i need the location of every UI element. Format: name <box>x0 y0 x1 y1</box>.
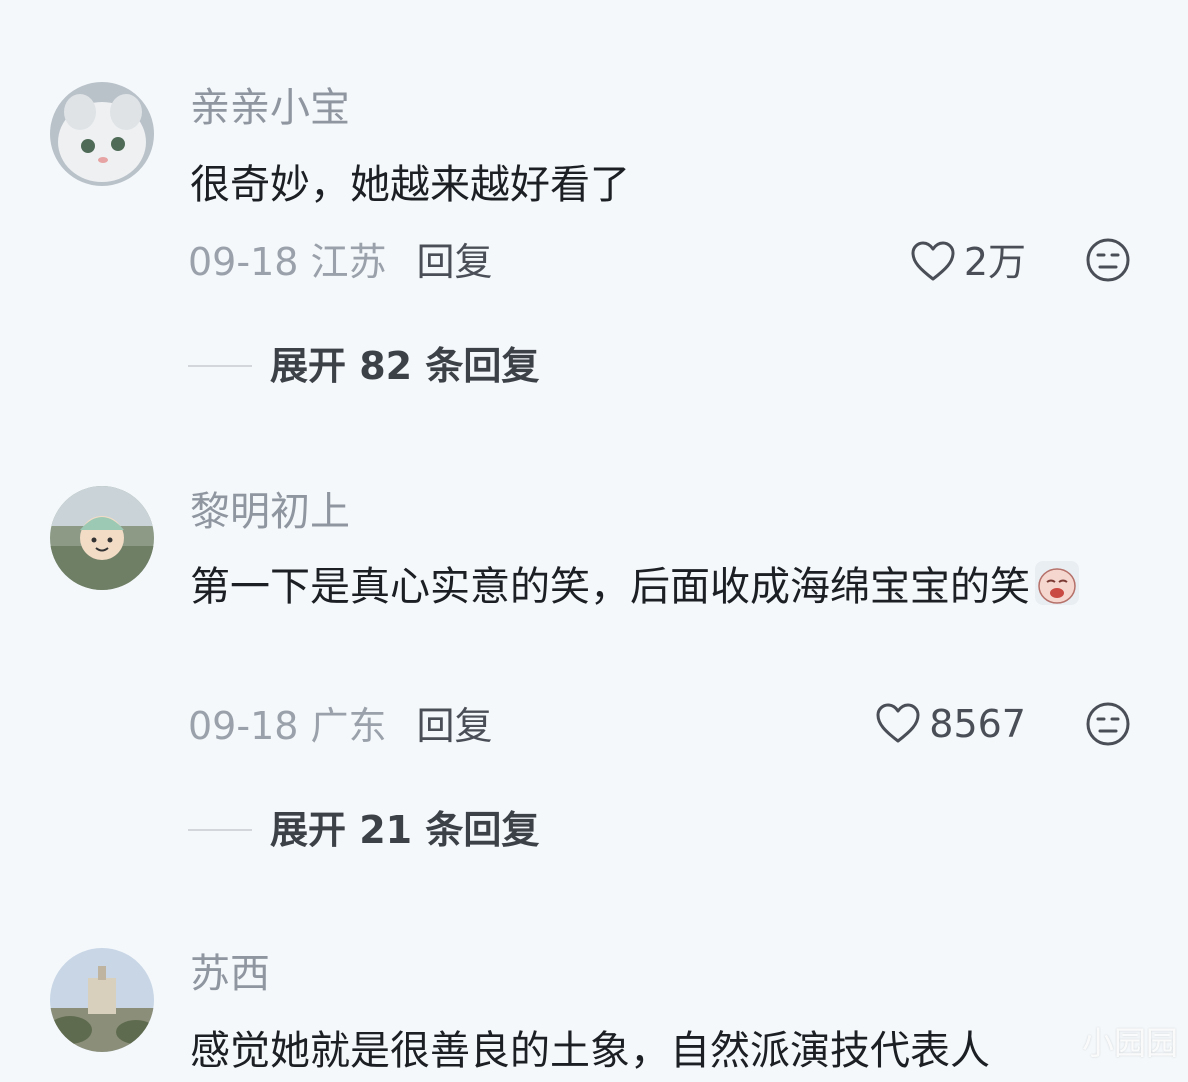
heart-icon <box>875 703 921 745</box>
username[interactable]: 黎明初上 <box>190 488 350 536</box>
username[interactable]: 苏西 <box>190 950 270 998</box>
comment-text: 感觉她就是很善良的土象，自然派演技代表人 <box>190 1028 990 1074</box>
comment-meta: 09-18 江苏 回复 <box>188 238 493 286</box>
reply-button[interactable]: 回复 <box>417 704 493 748</box>
expand-replies-button[interactable]: 展开 82 条回复 <box>188 342 539 390</box>
avatar[interactable] <box>50 948 154 1052</box>
date-location: 09-18 江苏 <box>188 240 387 284</box>
dislike-icon[interactable] <box>1084 700 1132 748</box>
like-button[interactable]: 8567 <box>875 700 1026 748</box>
heart-icon <box>910 241 956 283</box>
dislike-icon[interactable] <box>1084 236 1132 284</box>
comment-text: 很奇妙，她越来越好看了 <box>190 162 630 208</box>
comment-text: 第一下是真心实意的笑，后面收成海绵宝宝的笑 <box>190 556 1130 618</box>
like-count: 2万 <box>963 240 1026 284</box>
divider <box>188 829 252 831</box>
date-location: 09-18 广东 <box>188 704 387 748</box>
comment-text-body: 第一下是真心实意的笑，后面收成海绵宝宝的笑 <box>190 564 1030 610</box>
reply-button[interactable]: 回复 <box>417 240 493 284</box>
expand-replies-label: 展开 82 条回复 <box>270 344 540 388</box>
avatar[interactable] <box>50 82 154 186</box>
crying-emoji-icon <box>1034 560 1080 606</box>
expand-replies-label: 展开 21 条回复 <box>270 808 540 852</box>
username[interactable]: 亲亲小宝 <box>190 84 350 132</box>
like-count: 8567 <box>929 702 1026 746</box>
expand-replies-button[interactable]: 展开 21 条回复 <box>188 806 539 854</box>
like-button[interactable]: 2万 <box>910 238 1026 286</box>
divider <box>188 365 252 367</box>
comment-meta: 09-18 广东 回复 <box>188 702 493 750</box>
watermark: 小园园 <box>1081 1024 1178 1062</box>
avatar[interactable] <box>50 486 154 590</box>
